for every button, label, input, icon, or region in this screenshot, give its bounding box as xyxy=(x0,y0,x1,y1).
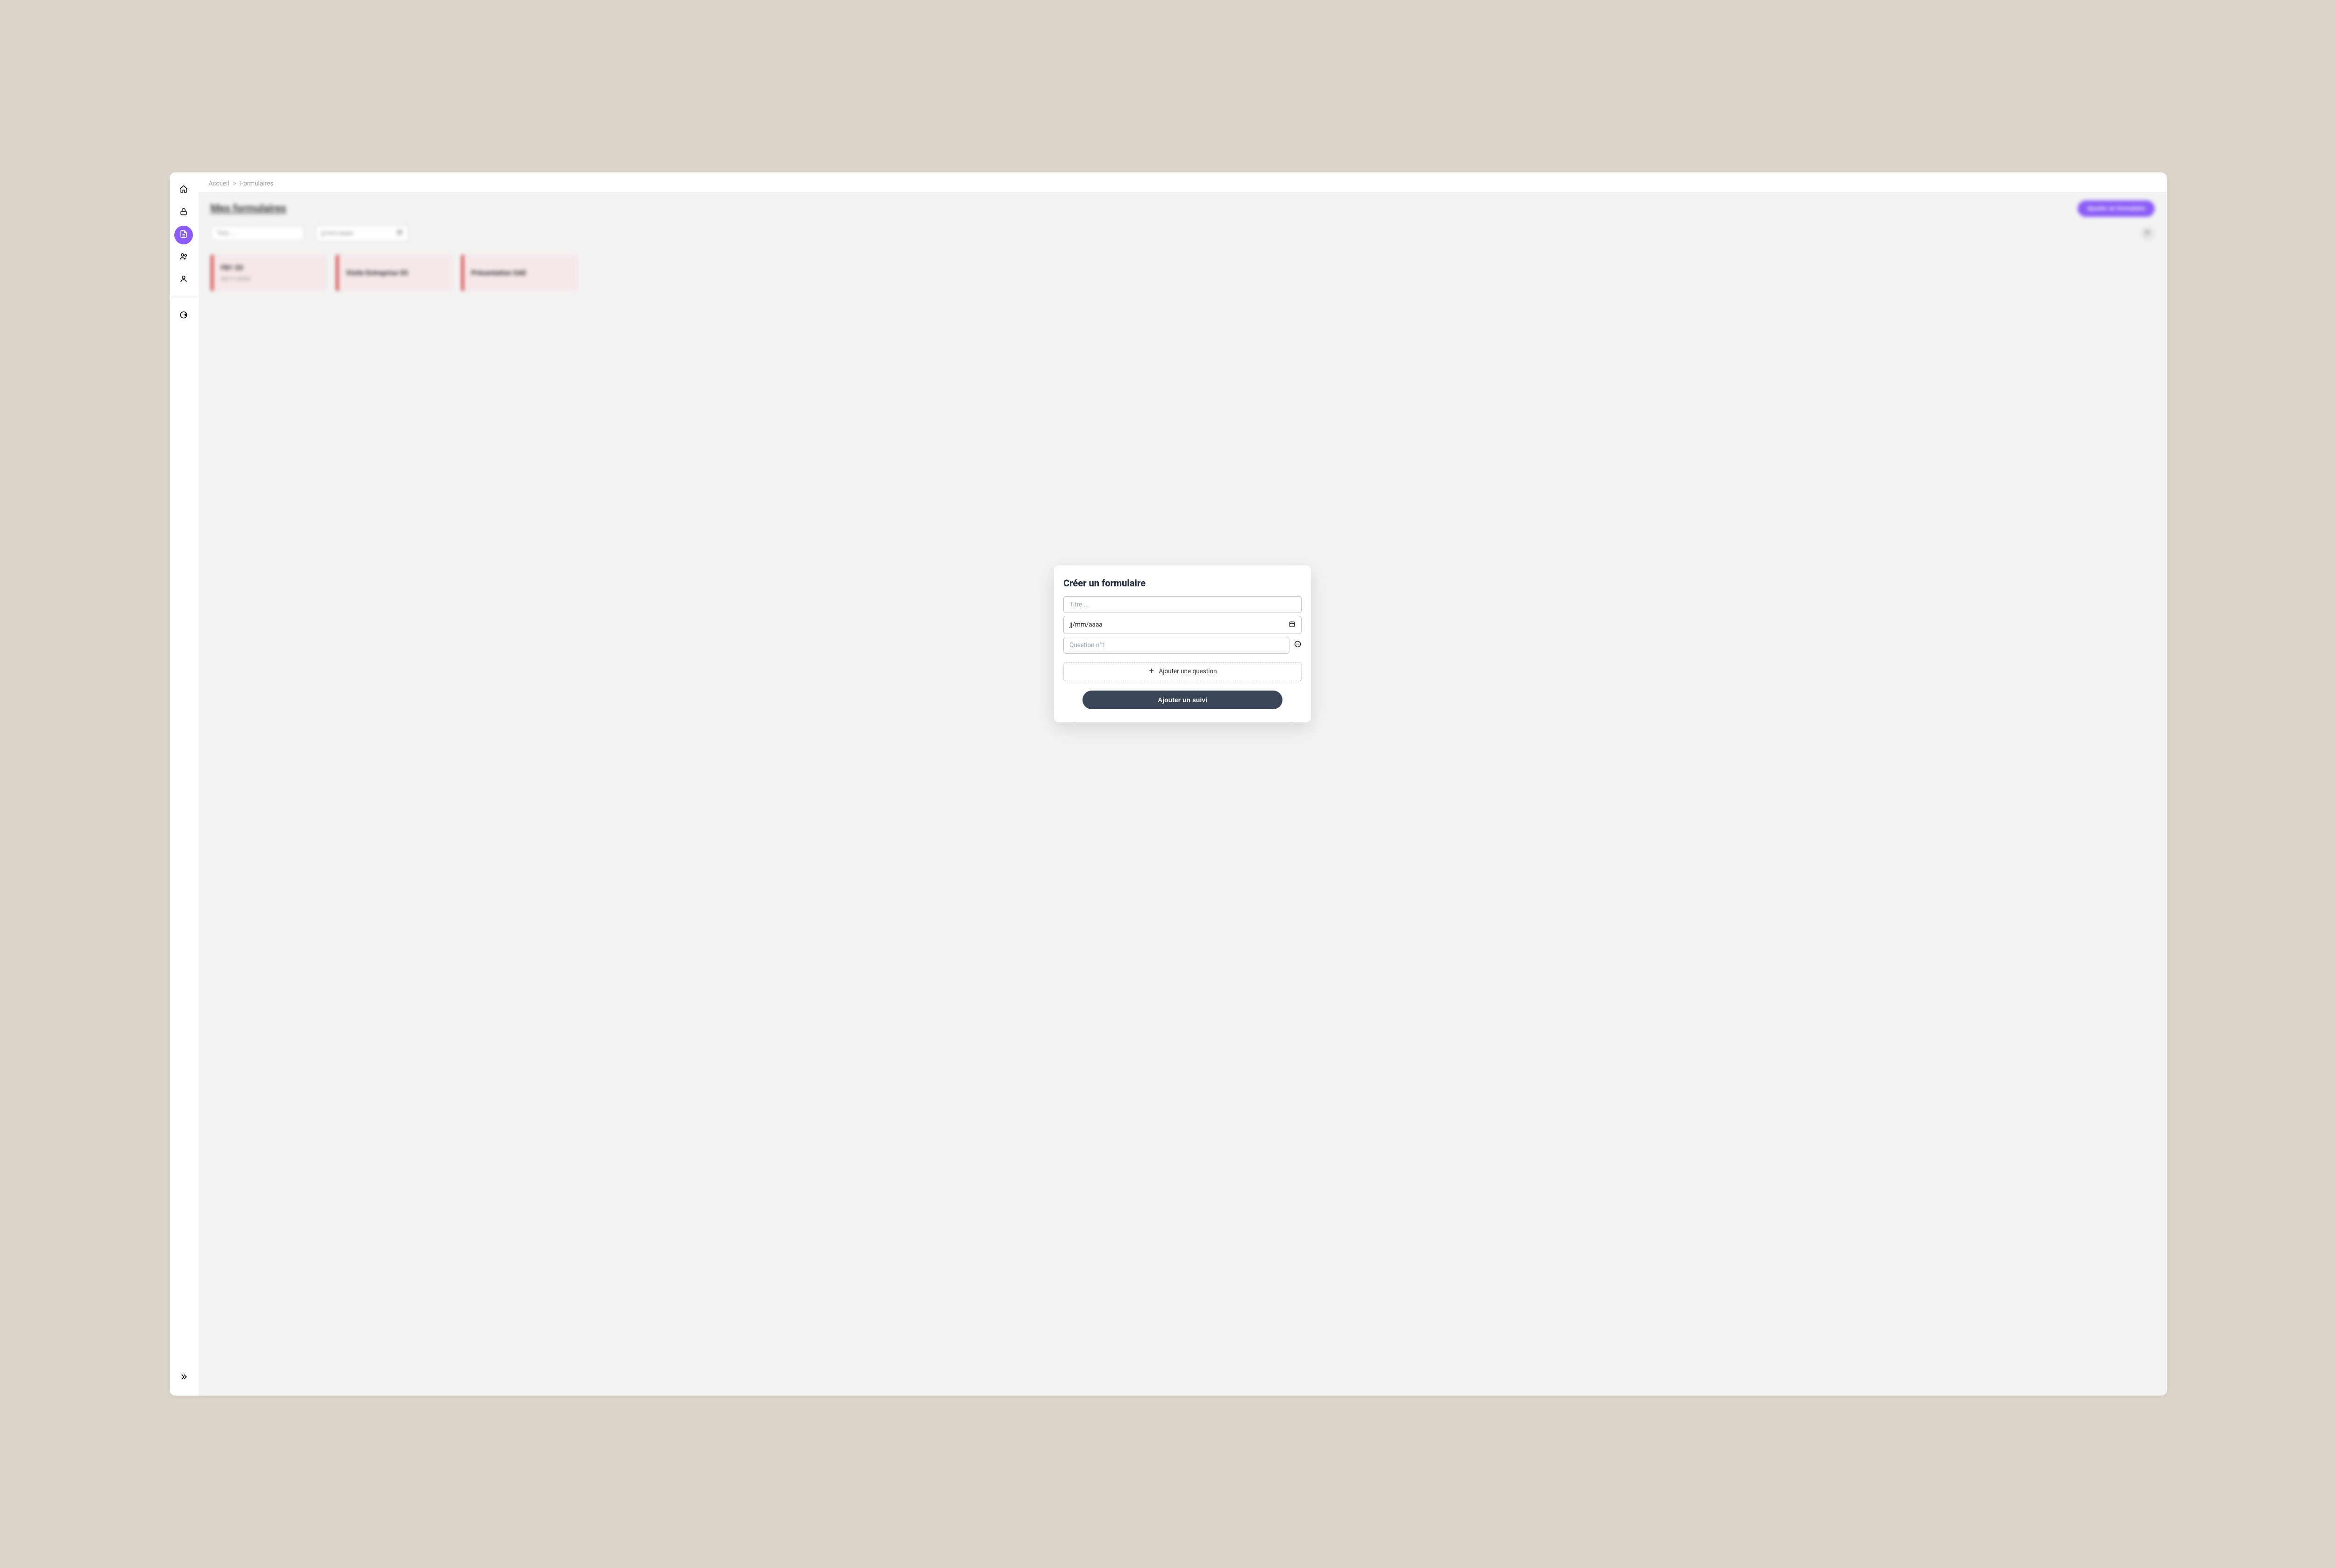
logout-icon xyxy=(179,310,188,321)
add-question-button[interactable]: Ajouter une question xyxy=(1063,662,1302,681)
filter-date-text: jj/mm/aaaa xyxy=(321,230,353,237)
settings-button xyxy=(2141,227,2155,241)
remove-question-button[interactable] xyxy=(1293,641,1302,649)
breadcrumb: Accueil > Formulaires xyxy=(199,172,2167,192)
form-card-title: Présentation SAE xyxy=(471,269,570,277)
question-input-1[interactable] xyxy=(1063,637,1289,654)
filter-date-input: jj/mm/aaaa xyxy=(315,225,409,242)
form-title-input[interactable] xyxy=(1063,596,1302,613)
add-form-button: Ajouter un formulaire xyxy=(2078,200,2154,217)
calendar-icon xyxy=(1289,620,1296,629)
form-card-title: FB1 S5 xyxy=(221,264,320,272)
gear-icon xyxy=(2144,229,2151,238)
form-date-text: jj/mm/aaaa xyxy=(1069,621,1103,628)
breadcrumb-home[interactable]: Accueil xyxy=(209,180,229,187)
minus-circle-icon xyxy=(1294,640,1302,650)
nav-home[interactable] xyxy=(174,181,193,200)
user-icon xyxy=(179,274,188,285)
nav-forms[interactable] xyxy=(174,226,193,244)
filter-title-input: Titre ... xyxy=(211,226,304,241)
home-icon xyxy=(179,185,188,196)
form-card: FB1 S5 20/11/2023 xyxy=(211,255,328,291)
users-icon xyxy=(179,252,188,263)
submit-button[interactable]: Ajouter un suivi xyxy=(1083,691,1282,709)
main-area: Accueil > Formulaires Mes formulaires Aj… xyxy=(199,172,2167,1396)
sidebar-expand[interactable] xyxy=(174,1368,193,1387)
nav-lock[interactable] xyxy=(174,203,193,222)
create-form-modal: Créer un formulaire jj/mm/aaaa xyxy=(1054,565,1311,722)
breadcrumb-sep: > xyxy=(233,180,236,187)
content-area: Mes formulaires Ajouter un formulaire Ti… xyxy=(199,192,2167,1396)
chevrons-right-icon xyxy=(179,1372,188,1383)
calendar-icon xyxy=(397,229,403,237)
form-card-title: Visite Entreprise S5 xyxy=(346,269,445,277)
question-row xyxy=(1063,637,1302,654)
nav-logout[interactable] xyxy=(174,306,193,325)
form-card: Visite Entreprise S5 xyxy=(336,255,453,291)
sidebar xyxy=(170,172,199,1396)
form-card: Présentation SAE xyxy=(461,255,578,291)
modal-title: Créer un formulaire xyxy=(1063,577,1302,589)
nav-group[interactable] xyxy=(174,248,193,267)
page-title: Mes formulaires xyxy=(211,203,286,214)
add-question-label: Ajouter une question xyxy=(1159,668,1217,675)
nav-person[interactable] xyxy=(174,271,193,289)
form-card-date: 20/11/2023 xyxy=(221,276,320,282)
background-page: Mes formulaires Ajouter un formulaire Ti… xyxy=(211,200,2155,291)
form-date-input[interactable]: jj/mm/aaaa xyxy=(1063,616,1302,634)
document-icon xyxy=(179,229,188,241)
plus-icon xyxy=(1148,667,1155,676)
breadcrumb-current[interactable]: Formulaires xyxy=(240,180,273,187)
lock-icon xyxy=(179,207,188,218)
app-window: Accueil > Formulaires Mes formulaires Aj… xyxy=(170,172,2167,1396)
